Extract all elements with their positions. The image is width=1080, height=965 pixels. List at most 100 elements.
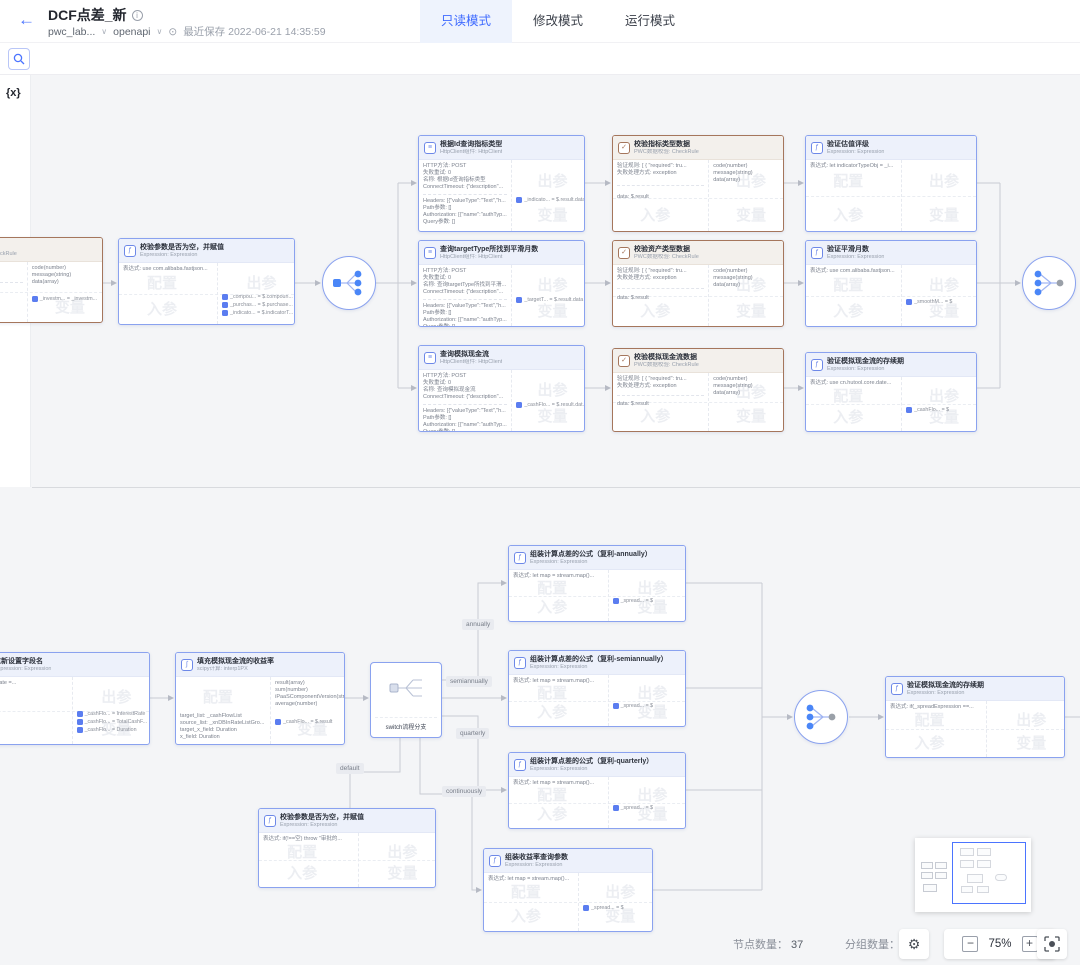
output-fields: result(array) sum(number) iPaaSComponent… — [275, 680, 340, 708]
node-subtitle: Expression: Expression — [530, 766, 653, 773]
node-header: ✓ 校验指标类型数据PWC数据校验: CheckRule — [613, 136, 783, 160]
tag-icon — [906, 407, 912, 413]
config-text: data: $.result — [617, 295, 704, 302]
chevron-down-icon: ∨ — [101, 27, 107, 36]
expression-icon: ƒ — [514, 552, 526, 564]
zoom-in-button[interactable]: + — [1022, 936, 1038, 952]
search-button[interactable] — [8, 48, 30, 70]
node-header: ∫ 填充模拟现金流的收益率scipy计算: interp1PX — [176, 653, 344, 677]
node-query-sim-cashflow[interactable]: ≡ 查询模拟现金流HttpClient组件: HttpClient 出参变量 H… — [418, 345, 585, 432]
minimap[interactable] — [915, 838, 1031, 912]
node-body: 入参变量 验证规则: [ { 失败处理方式: exceptiondata: $.… — [0, 262, 102, 322]
node-formula-annually[interactable]: ƒ 组装计算点差的公式（复利-annually）Expression: Expr… — [508, 545, 686, 622]
config-text: InterestRate =... — [0, 680, 68, 687]
tab-edit-mode[interactable]: 修改模式 — [512, 0, 604, 43]
node-verify-cashflow-duration[interactable]: ƒ 验证模拟现金流的存续期Expression: Expression 配置出参… — [805, 352, 977, 432]
node-formula-semiannually[interactable]: ƒ 组装计算点差的公式（复利-semiannually）Expression: … — [508, 650, 686, 727]
variable-tag: _spread... = $ — [613, 805, 654, 811]
expression-icon: ƒ — [514, 759, 526, 771]
node-query-indicator-type[interactable]: ≡ 根据Id查询指标类型HttpClient组件: HttpClient 出参变… — [418, 135, 585, 232]
config-column: HTTP方法: POST 失败重试: 0 名称: 根据Id查询指标类型 Conn… — [419, 160, 511, 231]
node-header: ✓ 校验模拟现金流数据PWC数据校验: CheckRule — [613, 349, 783, 373]
node-reset-field-names-partial[interactable]: ƒ 重新设置字段名Expression: Expression 出参变量 Int… — [0, 652, 150, 745]
flow-editor-page: ← DCF点差_新i pwc_lab... ∨ openapi ∨ ⊙ 最近保存… — [0, 0, 1080, 965]
variable-tag: _smoothM... = $ — [906, 299, 952, 305]
tab-run-mode[interactable]: 运行模式 — [604, 0, 696, 43]
info-icon[interactable]: i — [132, 10, 143, 21]
node-switch-branch[interactable]: switch流程分支 — [370, 662, 442, 738]
tag-text: _spread... = $ — [621, 598, 654, 604]
variable-tag: _compou... = $.compoun... — [222, 294, 293, 300]
variable-tag: _investm... = _investm... — [32, 296, 97, 302]
node-title: 根据Id查询指标类型 — [440, 140, 502, 149]
node-check-asset-type-data[interactable]: ✓ 校验资产类型数据PWC数据校验: CheckRule 出参入参变量 验证规则… — [612, 240, 784, 327]
node-verify-valuation-rating[interactable]: ƒ 验证估值评级Expression: Expression 配置出参入参变量 … — [805, 135, 977, 232]
page-title: DCF点差_新i — [48, 5, 143, 25]
node-header: ≡ 查询targetType所找到平滑月数HttpClient组件: HttpC… — [419, 241, 584, 265]
node-verify-smooth-months[interactable]: ƒ 验证平滑月数Expression: Expression 配置出参入参变量 … — [805, 240, 977, 327]
node-title: 填充模拟现金流的收益率 — [197, 657, 274, 666]
config-column: 表达式: use cn.hutool.core.date... — [806, 377, 901, 431]
node-check-cashflow-data[interactable]: ✓ 校验模拟现金流数据PWC数据校验: CheckRule 出参入参变量 验证规… — [612, 348, 784, 432]
fork-node[interactable] — [322, 256, 376, 310]
fit-view-button[interactable] — [1037, 929, 1067, 959]
edge-label-default: default — [336, 763, 364, 774]
tag-text: _indicato... = $.indicatorT... — [230, 310, 293, 316]
node-formula-quarterly[interactable]: ƒ 组装计算点差的公式（复利-quarterly）Expression: Exp… — [508, 752, 686, 829]
tag-icon — [613, 703, 619, 709]
output-column — [901, 160, 976, 231]
node-title: 校验入参数据 — [0, 242, 17, 251]
node-title: 校验资产类型数据 — [634, 245, 699, 254]
tag-icon — [275, 719, 281, 725]
node-query-targettype-months[interactable]: ≡ 查询targetType所找到平滑月数HttpClient组件: HttpC… — [418, 240, 585, 327]
variable-tags: _cashFlo... = InterestRate _cashFlo... =… — [77, 711, 147, 735]
service-select[interactable]: openapi — [113, 26, 150, 38]
node-fill-cashflow-yield[interactable]: ∫ 填充模拟现金流的收益率scipy计算: interp1PX 配置变量 tar… — [175, 652, 345, 745]
config-text: 表达式: let map = stream.map()... — [513, 780, 604, 787]
node-check-indicator-type-data[interactable]: ✓ 校验指标类型数据PWC数据校验: CheckRule 出参入参变量 验证规则… — [612, 135, 784, 232]
tag-icon — [516, 197, 522, 203]
back-button[interactable]: ← — [18, 10, 35, 30]
node-check-params-default[interactable]: ƒ 校验参数是否为空，并赋值Expression: Expression 配置出… — [258, 808, 436, 888]
edge-label-continuously: continuously — [442, 786, 486, 797]
config-text: 表达式: use com.alibaba.fastjson... — [123, 266, 213, 273]
workspace-select[interactable]: pwc_lab... — [48, 26, 95, 38]
node-subtitle: Expression: Expression — [0, 666, 51, 673]
variable-tags: _investm... = _investm... — [32, 296, 97, 304]
node-body: 配置出参入参变量 表达式: let map = stream.map()... … — [509, 675, 685, 726]
output-column: _spread... = $ — [608, 570, 685, 621]
expression-icon: ƒ — [811, 247, 823, 259]
node-subtitle: Expression: Expression — [530, 664, 668, 671]
expression-icon: ƒ — [891, 683, 903, 695]
node-check-params-assign[interactable]: ƒ 校验参数是否为空，并赋值Expression: Expression 配置出… — [118, 238, 295, 325]
join-node[interactable] — [1022, 256, 1076, 310]
node-build-yield-query-params[interactable]: ƒ 组装收益率查询参数Expression: Expression 配置出参入参… — [483, 848, 653, 932]
node-body: 出参入参变量 验证规则: [ { "required": tru... 失败处理… — [613, 160, 783, 231]
join-node[interactable] — [794, 690, 848, 744]
zoom-out-button[interactable]: − — [962, 936, 978, 952]
variable-tags: _targetT... = $.result.data — [516, 297, 583, 305]
mode-tabs: 只读模式 修改模式 运行模式 — [420, 0, 696, 43]
tab-readonly-mode[interactable]: 只读模式 — [420, 0, 512, 43]
node-body: 配置出参入参 表达式: use com.alibaba.fastjson... … — [119, 263, 294, 324]
flow-canvas[interactable]: {x} — [0, 75, 1080, 965]
node-body: 配置出参入参变量 表达式: use cn.hutool.core.date...… — [806, 377, 976, 431]
minimap-viewport[interactable] — [952, 842, 1026, 904]
dashed-divider — [423, 194, 507, 195]
config-column: 表达式: let map = stream.map()... — [509, 570, 608, 621]
variable-tags: _smoothM... = $ — [906, 299, 952, 307]
output-column: code(number) message(string) data(array) — [708, 160, 783, 231]
node-verify-cashflow-duration-final[interactable]: ƒ 验证模拟现金流的存续期Expression: Expression 配置出参… — [885, 676, 1065, 758]
node-check-input-partial[interactable]: ✓ 校验入参数据PWC数据校验: CheckRule 入参变量 验证规则: [ … — [0, 237, 103, 323]
edge-label-quarterly: quarterly — [456, 728, 489, 739]
variable-tag: _spread... = $ — [613, 598, 654, 604]
tag-text: _investm... = _investm... — [40, 296, 97, 302]
node-body: 配置出参入参变量 表达式: let map = stream.map()... … — [509, 777, 685, 828]
node-title: 查询targetType所找到平滑月数 — [440, 245, 538, 254]
config-column: 表达式: if(!==空) throw "审批的... — [259, 833, 358, 887]
variable-tag: _purchas... = $.purchase... — [222, 302, 293, 308]
variables-button[interactable]: {x} — [6, 87, 21, 99]
settings-button[interactable]: ⚙ — [899, 929, 929, 959]
tag-text: _cashFlo... = Duration — [85, 727, 137, 733]
node-subtitle: HttpClient组件: HttpClient — [440, 149, 502, 156]
